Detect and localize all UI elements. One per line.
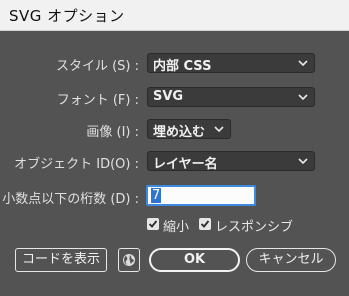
decimal-places-label: 小数点以下の桁数 (D) : (2, 192, 139, 207)
image-select[interactable]: 埋め込む (147, 119, 231, 140)
style-select-value: 内部 CSS (153, 59, 212, 74)
decimal-places-input[interactable]: 7 (146, 185, 256, 206)
object-id-select[interactable]: レイヤー名 (147, 151, 315, 172)
chevron-down-icon (298, 158, 308, 165)
style-label: スタイル (S) : (55, 59, 139, 74)
checkmark-icon (200, 220, 210, 228)
object-id-select-value: レイヤー名 (153, 157, 218, 172)
object-id-label: オブジェクト ID(O) : (14, 157, 139, 172)
cancel-button[interactable]: キャンセル (246, 248, 336, 272)
font-select-value: SVG (153, 89, 184, 104)
title-bar: SVG オプション (0, 0, 349, 31)
font-label: フォント (F) : (56, 93, 139, 108)
window-title: SVG オプション (9, 7, 125, 25)
chevron-down-icon (214, 126, 224, 133)
responsive-label[interactable]: レスポンシブ (215, 216, 293, 235)
style-select[interactable]: 内部 CSS (147, 53, 315, 74)
ok-button[interactable]: OK (149, 248, 240, 272)
chevron-down-icon (298, 94, 308, 101)
open-in-browser-button[interactable] (118, 248, 140, 272)
minify-label[interactable]: 縮小 (163, 216, 189, 235)
chevron-down-icon (298, 60, 308, 67)
globe-icon (123, 254, 135, 266)
image-label: 画像 (I) : (86, 125, 139, 140)
checkmark-icon (148, 220, 158, 228)
minify-checkbox[interactable] (147, 218, 159, 230)
decimal-places-value: 7 (151, 188, 162, 203)
image-select-value: 埋め込む (153, 125, 206, 140)
font-select[interactable]: SVG (147, 87, 315, 107)
responsive-checkbox[interactable] (199, 218, 211, 230)
show-code-button[interactable]: コードを表示 (15, 248, 107, 272)
